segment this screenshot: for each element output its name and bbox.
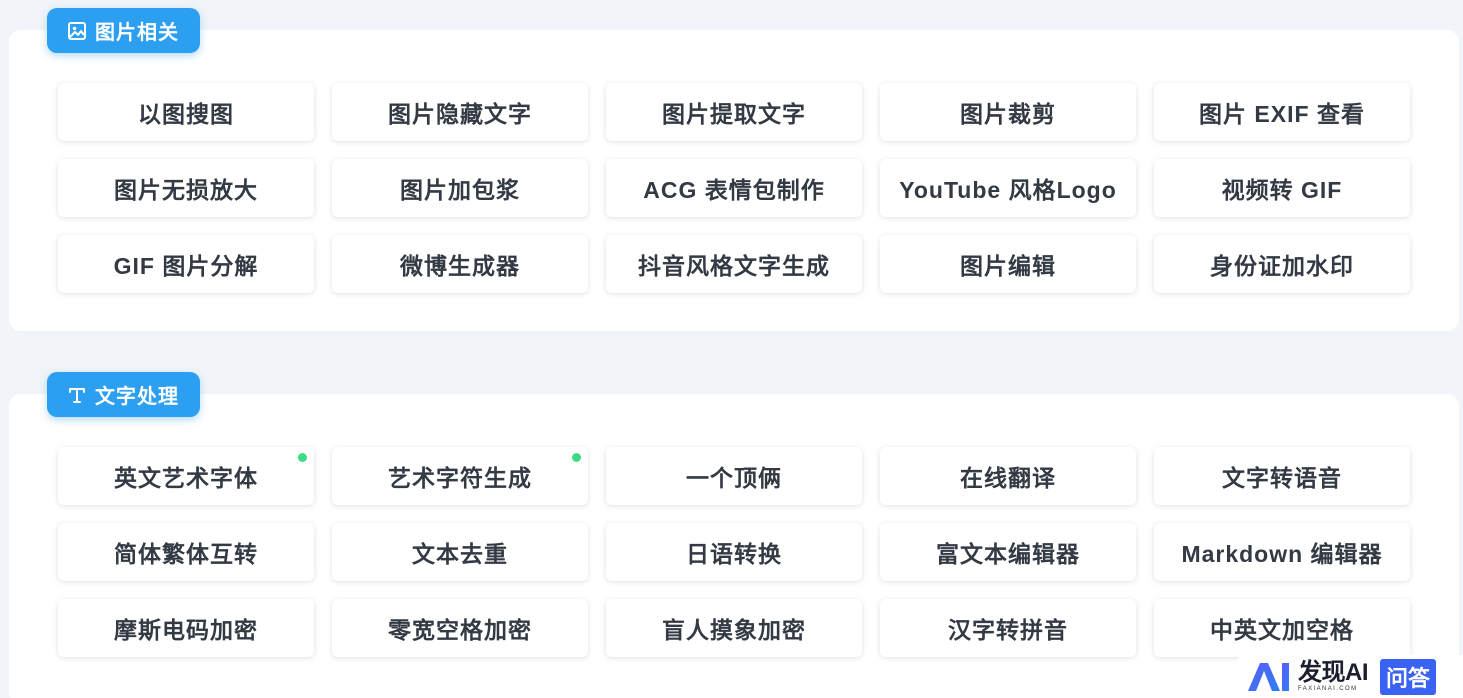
- tool-label: 图片加包浆: [400, 177, 520, 203]
- tool-card[interactable]: 摩斯电码加密: [58, 599, 314, 657]
- tool-card[interactable]: 抖音风格文字生成: [606, 235, 862, 293]
- section-title: 文字处理: [95, 386, 179, 408]
- faxianai-logo: [1248, 662, 1289, 691]
- tool-label: 盲人摸象加密: [662, 617, 806, 643]
- tool-label: 图片隐藏文字: [388, 101, 532, 127]
- watermark-badge: 问答: [1380, 658, 1437, 695]
- tool-card[interactable]: YouTube 风格Logo: [880, 159, 1136, 217]
- watermark-name: 发现AI: [1298, 659, 1369, 686]
- tool-card[interactable]: 零宽空格加密: [332, 599, 588, 657]
- section-tag-image: 图片相关: [47, 8, 200, 53]
- tool-label: YouTube 风格Logo: [899, 177, 1117, 203]
- tool-label: 一个顶俩: [686, 465, 782, 491]
- tool-card[interactable]: 盲人摸象加密: [606, 599, 862, 657]
- tool-label: 艺术字符生成: [388, 465, 532, 491]
- text-icon: [67, 385, 87, 405]
- tool-card[interactable]: 中英文加空格: [1154, 599, 1410, 657]
- tool-label: 图片裁剪: [960, 101, 1056, 127]
- section-title: 图片相关: [95, 22, 179, 44]
- tool-card[interactable]: 文字转语音: [1154, 447, 1410, 505]
- new-indicator-dot: [572, 453, 581, 462]
- tool-card[interactable]: 日语转换: [606, 523, 862, 581]
- tool-label: 图片 EXIF 查看: [1199, 101, 1365, 127]
- tool-card[interactable]: 身份证加水印: [1154, 235, 1410, 293]
- image-icon: [67, 21, 87, 41]
- tool-label: GIF 图片分解: [113, 253, 259, 279]
- tool-card[interactable]: 图片提取文字: [606, 83, 862, 141]
- tool-label: 身份证加水印: [1210, 253, 1354, 279]
- tool-label: ACG 表情包制作: [643, 177, 825, 203]
- tool-card[interactable]: 视频转 GIF: [1154, 159, 1410, 217]
- tool-grid-text: 英文艺术字体 艺术字符生成 一个顶俩 在线翻译 文字转语音简体繁体互转 文本去重 日语转换 富…: [58, 447, 1410, 657]
- tool-label: 摩斯电码加密: [114, 617, 258, 643]
- tool-label: 英文艺术字体: [114, 465, 258, 491]
- tool-label: 微博生成器: [400, 253, 520, 279]
- tool-card[interactable]: 图片 EXIF 查看: [1154, 83, 1410, 141]
- section-image-tools: 图片相关 以图搜图 图片隐藏文字 图片提取文字 图片裁剪 图片 EXIF 查看图片无损放…: [9, 8, 1459, 331]
- tool-card[interactable]: 图片隐藏文字: [332, 83, 588, 141]
- tool-card[interactable]: 以图搜图: [58, 83, 314, 141]
- tool-label: 日语转换: [686, 541, 782, 567]
- tool-label: 以图搜图: [138, 101, 234, 127]
- tool-card[interactable]: 图片加包浆: [332, 159, 588, 217]
- tool-label: 简体繁体互转: [114, 541, 258, 567]
- tool-card[interactable]: ACG 表情包制作: [606, 159, 862, 217]
- faxianai-watermark: 发现AI FAXIANAI.COM 问答: [1238, 655, 1463, 698]
- tool-card[interactable]: 图片无损放大: [58, 159, 314, 217]
- tool-card[interactable]: 在线翻译: [880, 447, 1136, 505]
- tool-label: 图片提取文字: [662, 101, 806, 127]
- tool-label: 中英文加空格: [1210, 617, 1354, 643]
- tool-card[interactable]: 图片裁剪: [880, 83, 1136, 141]
- tool-grid-image: 以图搜图 图片隐藏文字 图片提取文字 图片裁剪 图片 EXIF 查看图片无损放大 图片加包…: [58, 83, 1410, 293]
- tool-card[interactable]: 汉字转拼音: [880, 599, 1136, 657]
- tool-label: 文本去重: [412, 541, 508, 567]
- tool-card[interactable]: 微博生成器: [332, 235, 588, 293]
- tool-card[interactable]: 图片编辑: [880, 235, 1136, 293]
- new-indicator-dot: [298, 453, 307, 462]
- tool-label: 抖音风格文字生成: [638, 253, 830, 279]
- watermark-domain: FAXIANAI.COM: [1298, 686, 1358, 692]
- tool-card[interactable]: 文本去重: [332, 523, 588, 581]
- tool-card[interactable]: 艺术字符生成: [332, 447, 588, 505]
- tool-card[interactable]: Markdown 编辑器: [1154, 523, 1410, 581]
- tool-label: 汉字转拼音: [948, 617, 1068, 643]
- section-text-tools: 文字处理 英文艺术字体 艺术字符生成 一个顶俩 在线翻译 文字转语音简体繁体互转 文本去重…: [9, 372, 1459, 698]
- tool-card[interactable]: 简体繁体互转: [58, 523, 314, 581]
- tool-card[interactable]: 一个顶俩: [606, 447, 862, 505]
- tool-label: 图片编辑: [960, 253, 1056, 279]
- tool-label: 图片无损放大: [114, 177, 258, 203]
- tool-card[interactable]: 富文本编辑器: [880, 523, 1136, 581]
- tool-label: Markdown 编辑器: [1181, 541, 1383, 567]
- tool-card[interactable]: GIF 图片分解: [58, 235, 314, 293]
- tool-label: 视频转 GIF: [1221, 177, 1343, 203]
- section-tag-text: 文字处理: [47, 372, 200, 417]
- tool-label: 零宽空格加密: [388, 617, 532, 643]
- tool-label: 文字转语音: [1222, 465, 1342, 491]
- tool-card[interactable]: 英文艺术字体: [58, 447, 314, 505]
- tool-label: 在线翻译: [960, 465, 1056, 491]
- tool-label: 富文本编辑器: [936, 541, 1080, 567]
